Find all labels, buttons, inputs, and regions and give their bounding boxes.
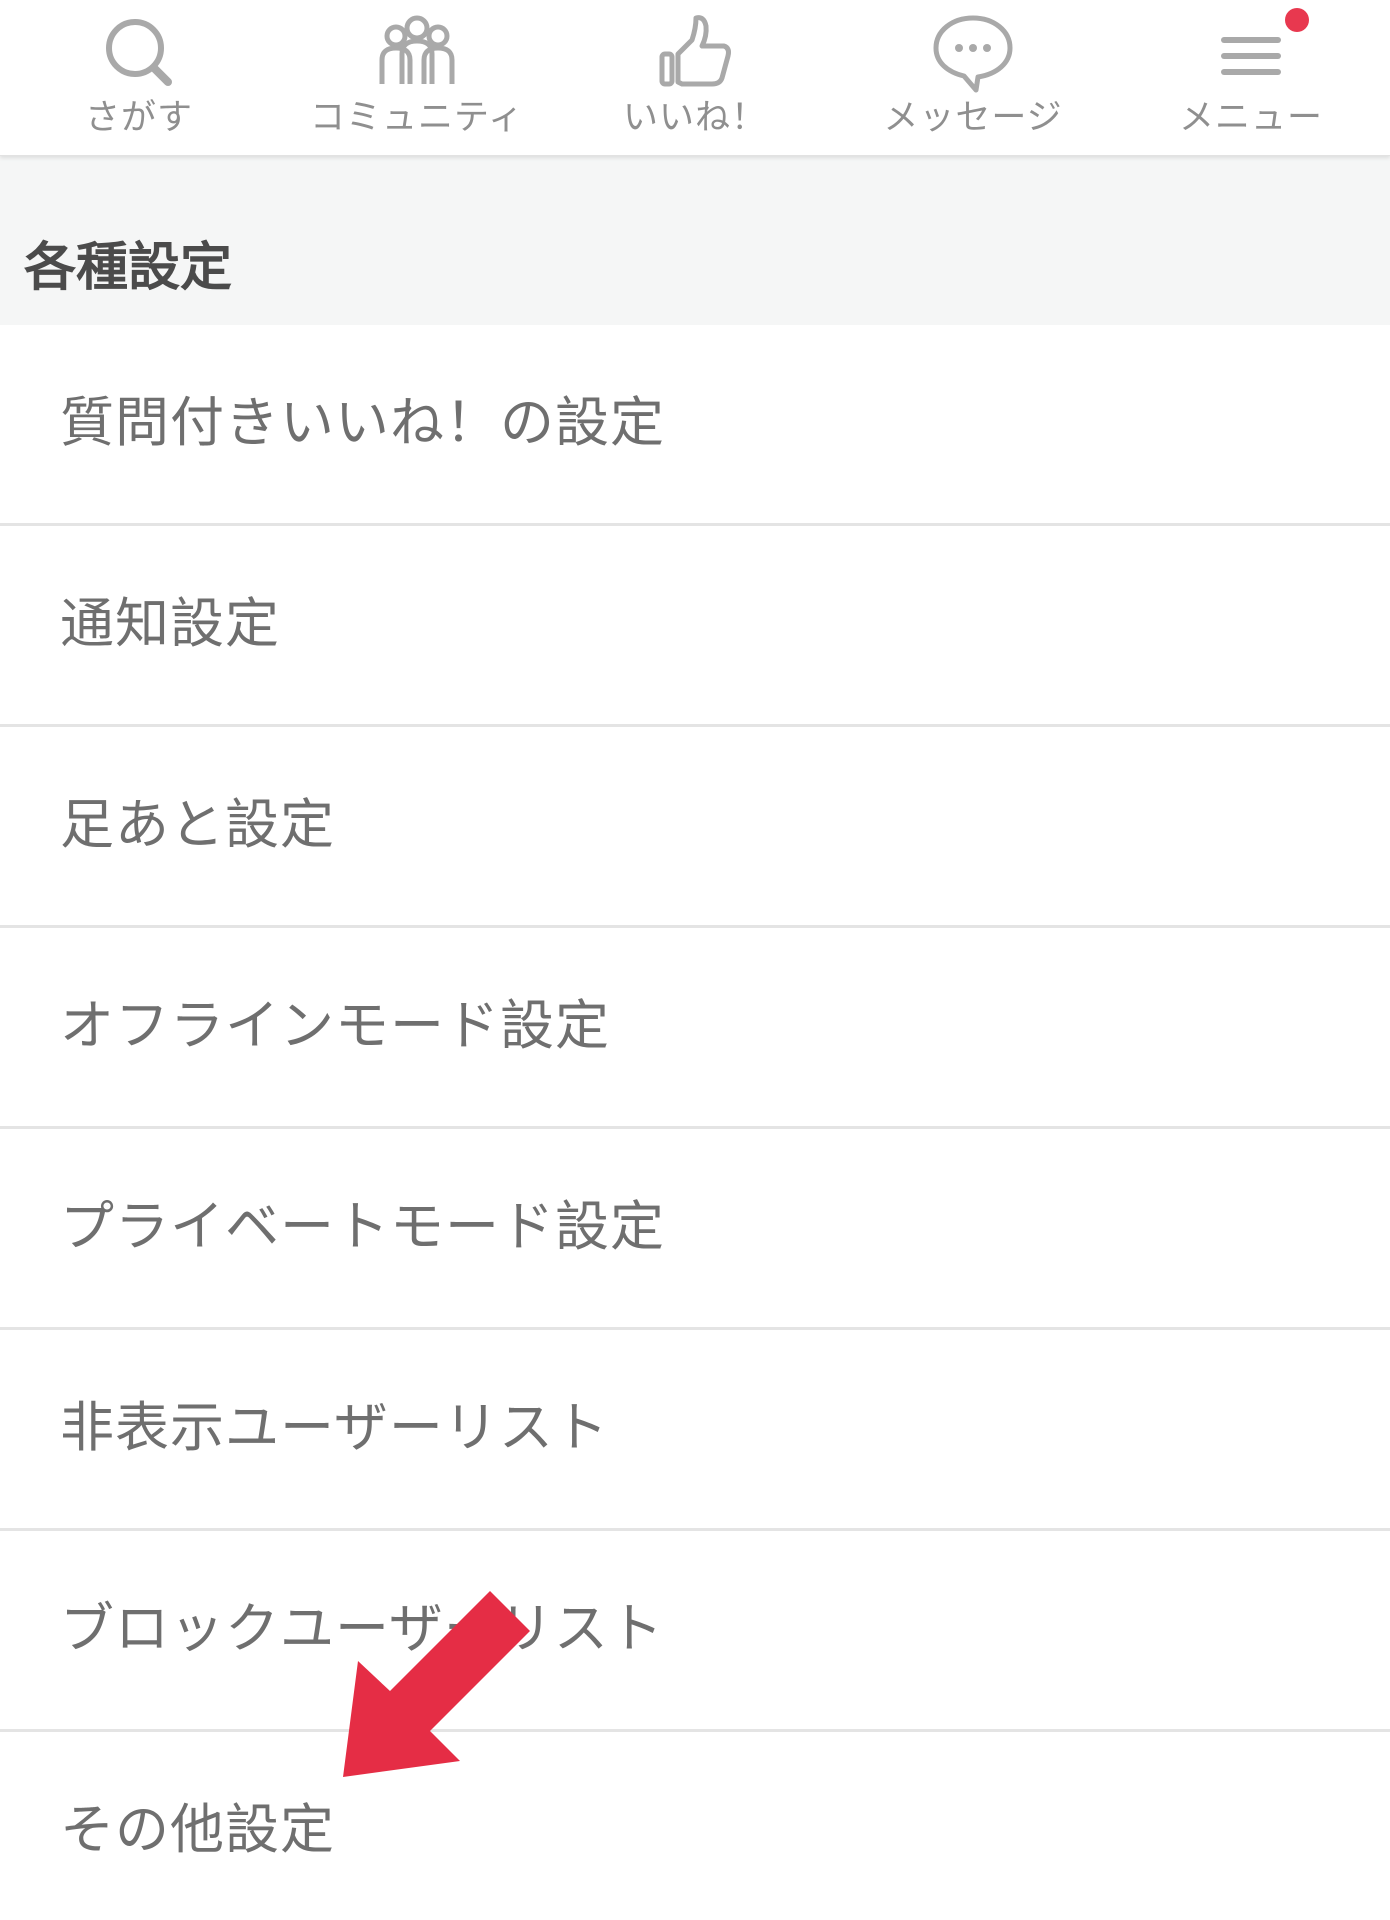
- settings-item-other[interactable]: その他設定: [0, 1732, 1390, 1920]
- thumbs-up-icon: [650, 10, 740, 94]
- settings-item-label: オフラインモード設定: [60, 994, 610, 1057]
- nav-label-search: さがす: [84, 98, 193, 138]
- community-icon: [372, 10, 462, 94]
- settings-item-hidden-users[interactable]: 非表示ユーザーリスト: [0, 1330, 1390, 1531]
- settings-item-label: 通知設定: [60, 592, 280, 655]
- settings-item-label: 質問付きいいね！の設定: [60, 391, 665, 454]
- settings-page: さがす コミュニティ いいね！ メッセージ メニュー 各種設定 質問付きいいね！…: [0, 0, 1390, 1920]
- settings-item-footprints[interactable]: 足あと設定: [0, 727, 1390, 928]
- nav-item-messages[interactable]: メッセージ: [834, 0, 1112, 155]
- nav-item-search[interactable]: さがす: [0, 0, 278, 155]
- settings-item-label: プライベートモード設定: [60, 1195, 665, 1258]
- top-nav-bar: さがす コミュニティ いいね！ メッセージ メニュー: [0, 0, 1390, 156]
- nav-label-messages: メッセージ: [883, 98, 1063, 138]
- notification-badge: [1285, 8, 1309, 32]
- nav-label-community: コミュニティ: [310, 98, 524, 138]
- nav-item-community[interactable]: コミュニティ: [278, 0, 556, 155]
- settings-item-blocked-users[interactable]: ブロックユーザーリスト: [0, 1531, 1390, 1732]
- settings-item-notifications[interactable]: 通知設定: [0, 526, 1390, 727]
- menu-icon: [1206, 10, 1296, 94]
- settings-list: 質問付きいいね！の設定 通知設定 足あと設定 オフラインモード設定 プライベート…: [0, 325, 1390, 1920]
- nav-item-likes[interactable]: いいね！: [556, 0, 834, 155]
- nav-label-likes: いいね！: [622, 98, 767, 138]
- settings-item-label: その他設定: [60, 1798, 335, 1861]
- nav-label-menu: メニュー: [1178, 98, 1323, 138]
- settings-item-offline-mode[interactable]: オフラインモード設定: [0, 928, 1390, 1129]
- red-arrow-icon: [340, 1585, 540, 1785]
- settings-item-private-mode[interactable]: プライベートモード設定: [0, 1129, 1390, 1330]
- settings-item-label: 非表示ユーザーリスト: [60, 1396, 609, 1459]
- search-icon: [94, 10, 184, 94]
- chat-bubble-icon: [928, 10, 1018, 94]
- settings-item-question-like[interactable]: 質問付きいいね！の設定: [0, 325, 1390, 526]
- settings-item-label: 足あと設定: [60, 793, 335, 856]
- nav-item-menu[interactable]: メニュー: [1112, 0, 1390, 155]
- section-title: 各種設定: [24, 238, 233, 298]
